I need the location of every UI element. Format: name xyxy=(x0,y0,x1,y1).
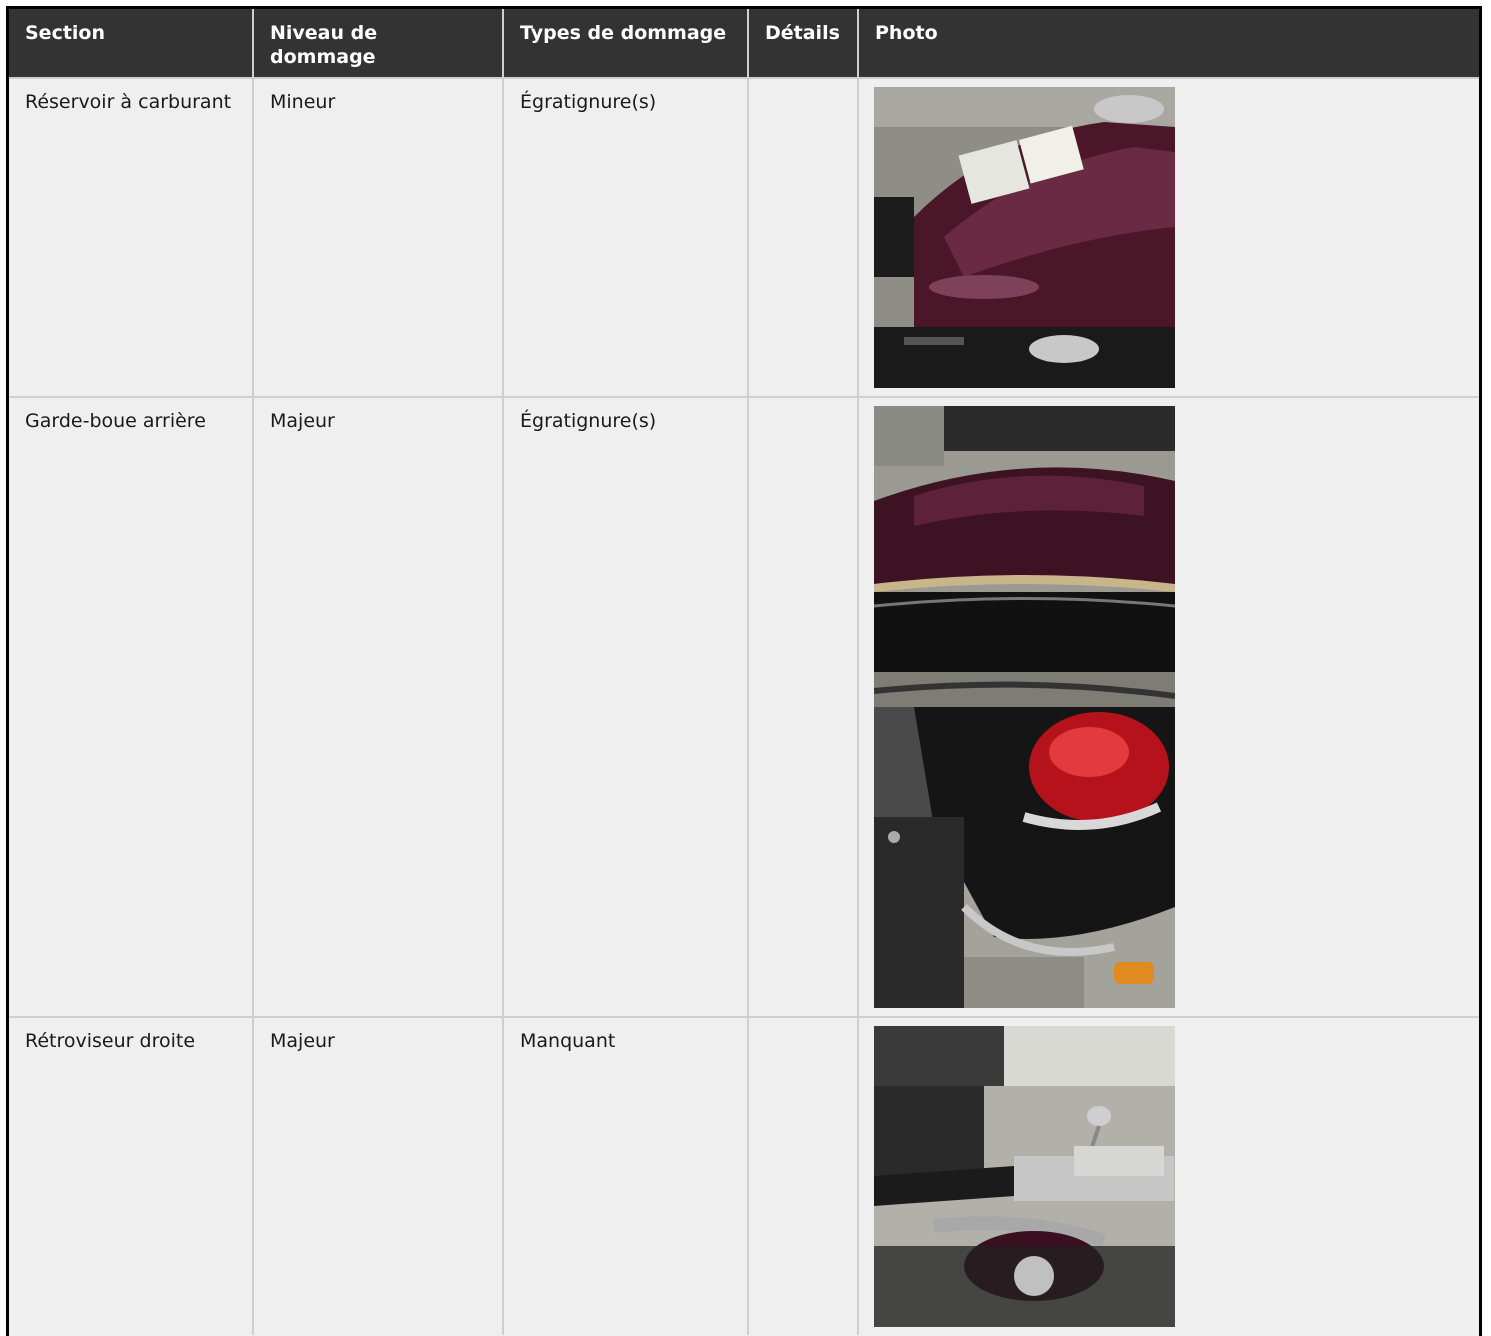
header-details: Détails xyxy=(748,9,859,78)
damage-report-frame: Section Niveau de dommage Types de domma… xyxy=(6,6,1482,1336)
table-header-row: Section Niveau de dommage Types de domma… xyxy=(9,9,1479,78)
header-photo: Photo xyxy=(858,9,1479,78)
damage-types-cell: Égratignure(s) xyxy=(503,77,749,397)
rear-fender-photo[interactable] xyxy=(874,406,1175,707)
right-mirror-photo[interactable] xyxy=(874,1026,1175,1327)
header-section: Section xyxy=(9,9,254,78)
details-cell xyxy=(748,1016,859,1335)
header-damage-level: Niveau de dommage xyxy=(253,9,504,78)
section-cell: Réservoir à carburant xyxy=(9,77,254,397)
details-cell xyxy=(748,396,859,1017)
rear-fender-light-photo[interactable] xyxy=(874,707,1175,1008)
photo-cell xyxy=(858,1016,1479,1335)
photo-cell xyxy=(858,77,1479,397)
table-row: Rétroviseur droite Majeur Manquant xyxy=(9,1016,1479,1335)
damage-level-cell: Majeur xyxy=(253,396,504,1017)
header-damage-types: Types de dommage xyxy=(503,9,749,78)
section-cell: Garde-boue arrière xyxy=(9,396,254,1017)
section-cell: Rétroviseur droite xyxy=(9,1016,254,1335)
damage-table: Section Niveau de dommage Types de domma… xyxy=(9,9,1479,1335)
photo-cell xyxy=(858,396,1479,1017)
table-row: Garde-boue arrière Majeur Égratignure(s) xyxy=(9,396,1479,1017)
fuel-tank-photo[interactable] xyxy=(874,87,1175,388)
damage-types-cell: Manquant xyxy=(503,1016,749,1335)
damage-types-cell: Égratignure(s) xyxy=(503,396,749,1017)
damage-level-cell: Mineur xyxy=(253,77,504,397)
damage-level-cell: Majeur xyxy=(253,1016,504,1335)
table-row: Réservoir à carburant Mineur Égratignure… xyxy=(9,77,1479,397)
details-cell xyxy=(748,77,859,397)
